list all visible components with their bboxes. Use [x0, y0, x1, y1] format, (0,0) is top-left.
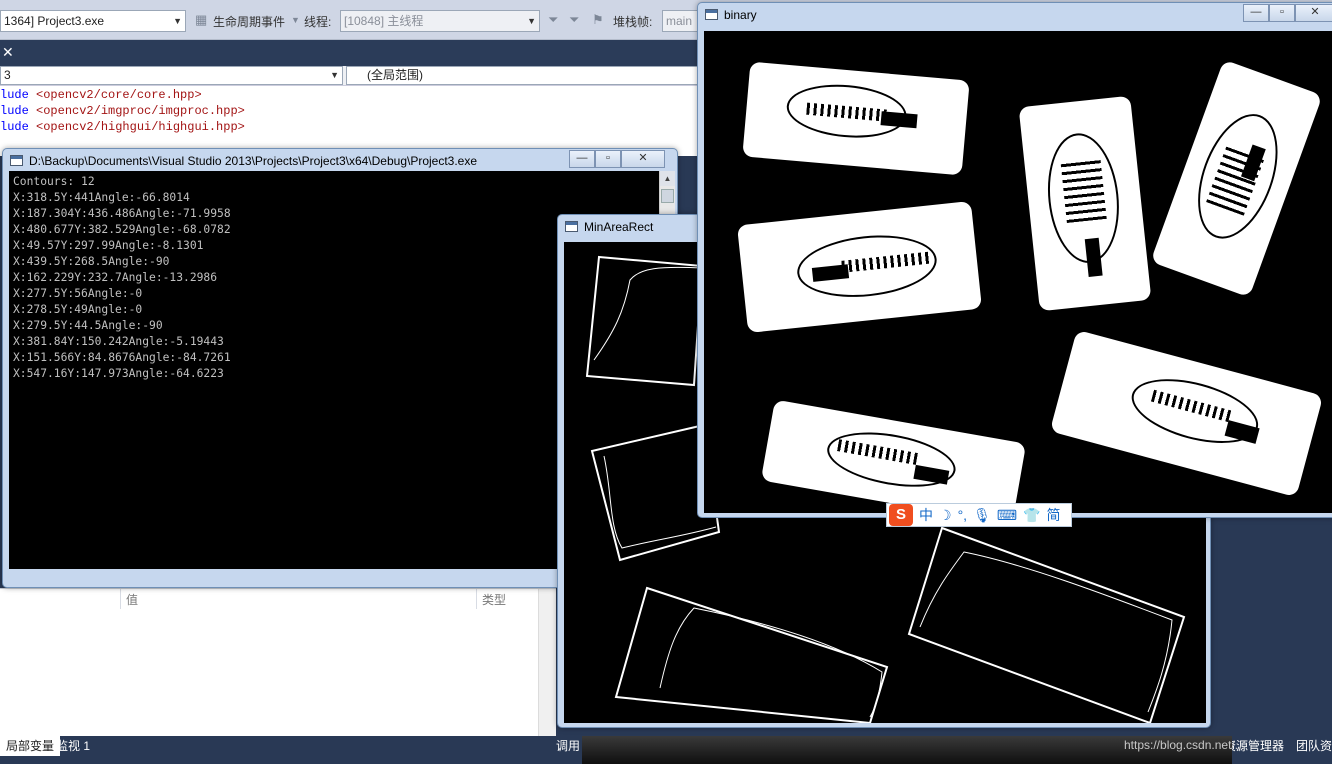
scroll-up-icon[interactable]: ▲ — [660, 171, 675, 186]
document-tabstrip — [0, 40, 700, 66]
console-line: X:162.229Y:232.7Angle:-13.2986 — [13, 271, 218, 284]
contour-outline — [593, 266, 703, 361]
stackframe-combo-value: main — [666, 14, 693, 28]
watermark: https://blog.csdn.net/... — [1124, 738, 1245, 752]
console-line: X:439.5Y:268.5Angle:-90 — [13, 255, 170, 268]
chevron-down-icon: ▼ — [527, 16, 536, 26]
min-area-rect — [614, 586, 889, 725]
thread-combo-value: [10848] 主线程 — [344, 14, 424, 28]
sogou-logo-icon[interactable]: S — [889, 504, 913, 526]
console-app-icon — [10, 155, 23, 166]
ime-toolbar[interactable]: S 中 ☽ °, 🎙 ⌨ 👕 简 — [886, 503, 1072, 527]
binary-app-icon — [705, 9, 718, 20]
minarearect-app-icon — [565, 221, 578, 232]
console-title: D:\Backup\Documents\Visual Studio 2013\P… — [29, 154, 478, 168]
console-line: X:49.57Y:297.99Angle:-8.1301 — [13, 239, 204, 252]
thread-label: 线程: — [304, 15, 332, 29]
maximize-button[interactable]: ▫ — [1269, 4, 1295, 22]
nav-scope-right-combo[interactable]: (全局范围) — [346, 66, 700, 85]
lifecycle-events-button[interactable]: 生命周期事件 — [213, 13, 285, 30]
nav-scope-left-combo[interactable]: 3 ▼ — [0, 66, 343, 85]
close-icon[interactable]: ✕ — [2, 44, 14, 61]
console-line: X:278.5Y:49Angle:-0 — [13, 303, 143, 316]
console-line: X:381.84Y:150.242Angle:-5.19443 — [13, 335, 224, 348]
column-divider — [120, 589, 121, 609]
console-line: X:151.566Y:84.8676Angle:-84.7261 — [13, 351, 231, 364]
locals-column-type[interactable]: 类型 — [482, 591, 506, 608]
binary-window[interactable]: binary — ▫ ✕ — [697, 2, 1332, 518]
microphone-icon[interactable]: 🎙 — [973, 507, 991, 524]
min-area-rect — [907, 526, 1186, 725]
console-line: Contours: 12 — [13, 175, 95, 188]
locals-scrollbar[interactable] — [538, 589, 556, 737]
tab-watch-1[interactable]: 监视 1 — [50, 736, 96, 756]
close-button[interactable]: ✕ — [621, 150, 665, 168]
console-output: Contours: 12 X:318.5Y:441Angle:-66.8014 X:… — [13, 174, 231, 382]
binary-title: binary — [724, 8, 757, 22]
binary-blob — [736, 201, 983, 333]
tab-team-explorer[interactable]: 团队资 — [1290, 736, 1332, 756]
contour-outline — [659, 607, 883, 718]
flag-icon: ⚑ — [592, 12, 604, 27]
console-line: X:318.5Y:441Angle:-66.8014 — [13, 191, 190, 204]
process-combo-value: 1364] Project3.exe — [4, 14, 105, 28]
binary-blob — [1049, 329, 1324, 498]
locals-column-value[interactable]: 值 — [126, 591, 138, 608]
skin-shirt-icon[interactable]: 👕 — [1023, 507, 1040, 524]
chevron-down-icon: ▼ — [173, 16, 182, 26]
min-area-rect — [585, 255, 704, 387]
ime-language-toggle[interactable]: 中 — [919, 505, 933, 525]
punctuation-icon[interactable]: °, — [958, 507, 968, 523]
code-line: lude <opencv2/highgui/highgui.hpp> — [0, 120, 245, 134]
binary-titlebar[interactable]: binary — ▫ ✕ — [698, 3, 1332, 27]
chevron-down-icon: ▼ — [291, 15, 300, 25]
nav-left-value: 3 — [4, 68, 11, 82]
scroll-thumb[interactable] — [661, 189, 674, 203]
minarearect-title: MinAreaRect — [584, 220, 654, 234]
binary-canvas — [704, 31, 1332, 517]
keyboard-icon[interactable]: ⌨ — [997, 507, 1017, 524]
minimize-button[interactable]: — — [569, 150, 595, 168]
filter-clear-icon: ⏷ — [569, 12, 580, 27]
thread-combo[interactable]: [10848] 主线程 ▼ — [340, 10, 540, 32]
console-line: X:279.5Y:44.5Angle:-90 — [13, 319, 163, 332]
locals-panel: 值 类型 — [0, 588, 556, 737]
lifecycle-icon: ▦ — [195, 12, 208, 27]
binary-blob — [742, 61, 970, 176]
code-editor[interactable]: lude <opencv2/core/core.hpp> lude <openc… — [0, 86, 700, 156]
console-line: X:187.304Y:436.486Angle:-71.9958 — [13, 207, 231, 220]
binary-blob — [760, 399, 1027, 517]
navigation-bar: 3 ▼ (全局范围) — [0, 66, 700, 86]
filter-icon: ⏷ — [548, 12, 559, 27]
column-divider — [476, 589, 477, 609]
stackframe-label: 堆栈帧: — [613, 15, 653, 29]
binary-blob — [1018, 95, 1152, 312]
close-button[interactable]: ✕ — [1295, 4, 1332, 22]
console-titlebar[interactable]: D:\Backup\Documents\Visual Studio 2013\P… — [3, 149, 677, 173]
simplified-toggle[interactable]: 简 — [1047, 505, 1061, 525]
code-line: lude <opencv2/core/core.hpp> — [0, 88, 202, 102]
minimize-button[interactable]: — — [1243, 4, 1269, 22]
console-line: X:547.16Y:147.973Angle:-64.6223 — [13, 367, 224, 380]
moon-icon[interactable]: ☽ — [939, 507, 952, 524]
console-line: X:480.677Y:382.529Angle:-68.0782 — [13, 223, 231, 236]
contour-outline — [919, 551, 1173, 713]
process-combo[interactable]: 1364] Project3.exe ▼ — [0, 10, 186, 32]
maximize-button[interactable]: ▫ — [595, 150, 621, 168]
tab-call-stack[interactable]: 调用 — [550, 736, 586, 756]
binary-blob — [1150, 59, 1323, 298]
code-line: lude <opencv2/imgproc/imgproc.hpp> — [0, 104, 245, 118]
console-line: X:277.5Y:56Angle:-0 — [13, 287, 143, 300]
chevron-down-icon: ▼ — [330, 70, 339, 80]
nav-scope-value: (全局范围) — [367, 68, 423, 82]
